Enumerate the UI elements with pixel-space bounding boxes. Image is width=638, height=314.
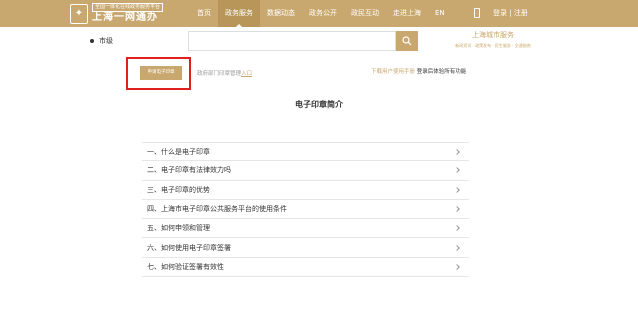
location-icon <box>90 39 94 43</box>
faq-item[interactable]: 二、电子印章有法律效力吗 <box>142 161 469 181</box>
chevron-right-icon <box>454 186 460 193</box>
logo-title: 上海一网通办 <box>92 12 158 23</box>
chevron-right-icon <box>454 206 460 212</box>
help-links: 下载用户使用手册 登录后体验所有功能 <box>371 67 466 75</box>
faq-item[interactable]: 一、什么是电子印章 <box>142 142 469 162</box>
region-label: 市级 <box>99 37 113 45</box>
chevron-right-icon <box>454 225 460 232</box>
nav-public-interaction[interactable]: 政民互动 <box>344 0 386 27</box>
dept-seal-management: 政府部门印章管理入口 <box>197 69 252 77</box>
mobile-phone-icon[interactable] <box>474 8 480 18</box>
nav-data-news[interactable]: 数据动态 <box>260 0 302 27</box>
apply-seal-button[interactable]: 申请电子印章 <box>140 66 182 80</box>
login-link[interactable]: 登录 <box>493 9 507 17</box>
intro-title: 电子印章简介 <box>295 100 343 109</box>
nav-english[interactable]: EN <box>428 0 452 27</box>
faq-item[interactable]: 四、上海市电子印章公共服务平台的使用条件 <box>142 200 469 220</box>
top-navigation-bar: ✦ 全国一体化在线政务服务平台 上海一网通办 首页 政务服务 数据动态 政务公开… <box>0 0 638 27</box>
faq-item-label: 六、如何使用电子印章签署 <box>147 243 231 252</box>
nav-home[interactable]: 首页 <box>190 0 218 27</box>
download-manual-link[interactable]: 下载用户使用手册 <box>371 69 415 75</box>
chevron-right-icon <box>454 244 460 251</box>
register-link[interactable]: 注册 <box>514 9 528 17</box>
faq-item-label: 七、如何验证签署有效性 <box>147 262 224 271</box>
dept-text: 政府部门印章管理 <box>197 71 242 77</box>
nav-government-services[interactable]: 政务服务 <box>218 0 260 27</box>
faq-item[interactable]: 六、如何使用电子印章签署 <box>142 238 469 258</box>
faq-item-label: 二、电子印章有法律效力吗 <box>147 166 231 175</box>
logo-text: 全国一体化在线政务服务平台 上海一网通办 <box>92 3 164 24</box>
dept-entry-link[interactable]: 入口 <box>241 71 252 77</box>
faq-item-label: 五、如何申领和管理 <box>147 224 210 233</box>
login-area: 登录 | 注册 <box>493 0 528 27</box>
emblem-icon: ✦ <box>70 3 88 24</box>
faq-item[interactable]: 三、电子印章的优势 <box>142 181 469 200</box>
nav-government-affairs[interactable]: 政务公开 <box>302 0 344 27</box>
main-nav: 首页 政务服务 数据动态 政务公开 政民互动 走进上海 EN <box>190 0 452 27</box>
login-separator: | <box>509 9 512 17</box>
search-button[interactable] <box>396 31 418 51</box>
faq-item-label: 三、电子印章的优势 <box>147 185 210 194</box>
city-service-title: 上海城市服务 <box>472 31 514 39</box>
region-selector[interactable]: 市级 <box>90 36 113 46</box>
nav-about-shanghai[interactable]: 走进上海 <box>386 0 428 27</box>
search-input[interactable] <box>188 31 396 51</box>
login-tip: 登录后体验所有功能 <box>416 69 467 75</box>
city-service-subtitle: 新闻资讯 · 政策发布 · 民生服务 · 交通指南 <box>455 43 531 48</box>
city-service-brand[interactable]: 上海城市服务 新闻资讯 · 政策发布 · 民生服务 · 交通指南 <box>448 30 538 49</box>
faq-item[interactable]: 七、如何验证签署有效性 <box>142 258 469 278</box>
search-icon <box>402 36 412 46</box>
faq-item[interactable]: 五、如何申领和管理 <box>142 219 469 239</box>
faq-item-label: 四、上海市电子印章公共服务平台的使用条件 <box>147 205 287 214</box>
chevron-right-icon <box>454 167 460 174</box>
site-logo[interactable]: ✦ 全国一体化在线政务服务平台 上海一网通办 <box>70 3 164 24</box>
logo-subtitle: 全国一体化在线政务服务平台 <box>92 3 164 12</box>
chevron-right-icon <box>454 264 460 270</box>
faq-list: 一、什么是电子印章 二、电子印章有法律效力吗 三、电子印章的优势 四、上海市电子… <box>142 142 469 278</box>
faq-item-label: 一、什么是电子印章 <box>147 147 210 156</box>
chevron-right-icon <box>454 148 460 155</box>
